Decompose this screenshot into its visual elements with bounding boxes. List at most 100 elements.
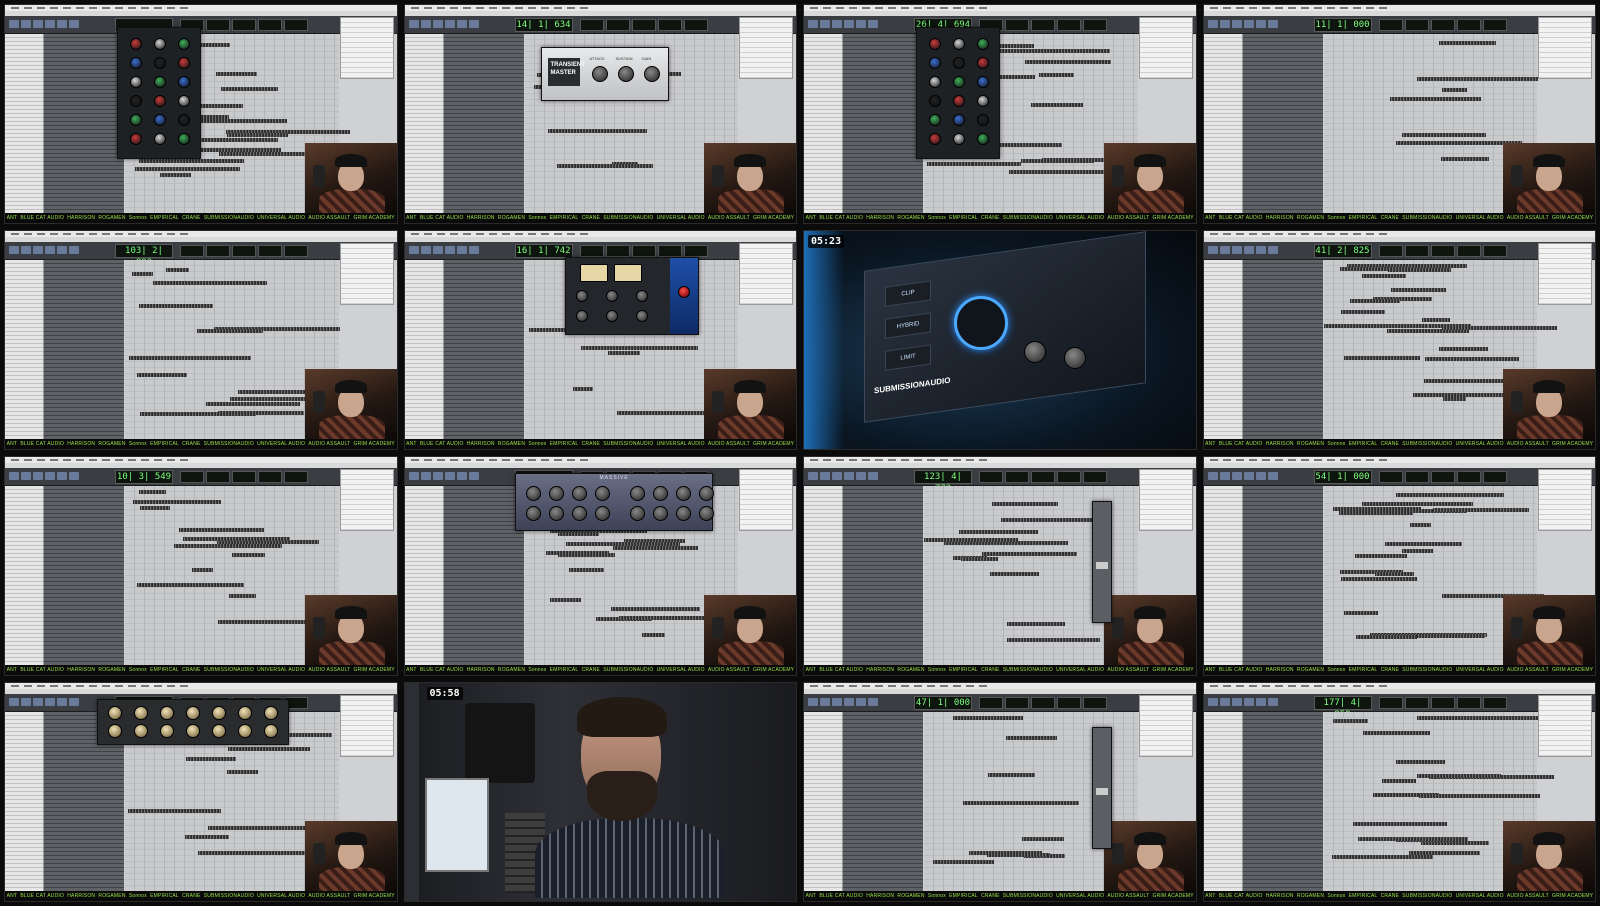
toolbar-button[interactable] [1231, 20, 1242, 28]
menu-item[interactable] [901, 7, 909, 9]
audio-clip[interactable] [219, 152, 305, 156]
menu-item[interactable] [488, 7, 497, 9]
audio-clip[interactable] [1442, 397, 1466, 401]
menu-item[interactable] [927, 459, 935, 461]
toolbar-button[interactable] [1207, 20, 1218, 28]
menu-item[interactable] [180, 233, 188, 235]
menu-item[interactable] [475, 7, 484, 9]
toolbar-button[interactable] [1255, 472, 1266, 480]
menu-item[interactable] [1365, 685, 1374, 687]
track-headers[interactable] [843, 712, 923, 891]
audio-clip[interactable] [185, 835, 229, 839]
menu-item[interactable] [410, 459, 419, 461]
menu-item[interactable] [102, 459, 110, 461]
menu-item[interactable] [128, 233, 136, 235]
menu-item[interactable] [141, 459, 149, 461]
knob-control[interactable] [160, 706, 174, 720]
toolbar-button[interactable] [868, 20, 878, 28]
audio-clip[interactable] [1441, 326, 1557, 330]
knob-control[interactable] [929, 57, 941, 69]
toolbar-button[interactable] [408, 246, 419, 254]
menu-item[interactable] [979, 459, 987, 461]
menu-item[interactable] [76, 233, 84, 235]
menu-item[interactable] [89, 459, 97, 461]
audio-clip[interactable] [1343, 356, 1420, 360]
menu-item[interactable] [1222, 7, 1231, 9]
menu-item[interactable] [875, 685, 883, 687]
track-headers[interactable] [1242, 260, 1323, 439]
menu-item[interactable] [1274, 7, 1283, 9]
audio-clip[interactable] [1441, 88, 1467, 92]
menu-item[interactable] [1326, 7, 1335, 9]
knob-control[interactable] [130, 57, 142, 69]
menu-item[interactable] [1365, 459, 1374, 461]
audio-clip[interactable] [183, 537, 290, 541]
menu-item[interactable] [89, 233, 97, 235]
menu-item[interactable] [927, 7, 935, 9]
knob-control[interactable] [212, 706, 226, 720]
menu-item[interactable] [102, 685, 110, 687]
menu-item[interactable] [862, 459, 870, 461]
audio-clip[interactable] [1440, 157, 1489, 161]
toolbar-button[interactable] [1207, 698, 1218, 706]
audio-clip[interactable] [174, 544, 282, 548]
menu-item[interactable] [167, 459, 175, 461]
audio-clip[interactable] [1006, 736, 1057, 740]
audio-clip[interactable] [218, 411, 304, 415]
mode-button[interactable]: HYBRID [885, 312, 931, 339]
channel-strip-plugin[interactable] [117, 27, 201, 159]
audio-clip[interactable] [1395, 760, 1445, 764]
menu-item[interactable] [914, 7, 922, 9]
knob-control[interactable] [953, 114, 965, 126]
menu-item[interactable] [1248, 459, 1257, 461]
toolbar-button[interactable] [844, 472, 854, 480]
toolbar-button[interactable] [69, 472, 79, 480]
audio-clip[interactable] [927, 162, 979, 166]
knob-control[interactable] [212, 724, 226, 738]
track-headers[interactable] [44, 34, 124, 213]
knob-control[interactable] [953, 57, 965, 69]
audio-clip[interactable] [610, 607, 700, 611]
toolbar-button[interactable] [832, 20, 842, 28]
knob-control[interactable] [134, 706, 148, 720]
menu-item[interactable] [1313, 233, 1322, 235]
clip-list[interactable] [739, 243, 793, 305]
audio-clip[interactable] [206, 402, 300, 406]
menu-item[interactable] [115, 459, 123, 461]
menu-item[interactable] [1326, 459, 1335, 461]
menu-item[interactable] [514, 233, 523, 235]
toolbar-button[interactable] [444, 472, 455, 480]
menu-item[interactable] [89, 685, 97, 687]
audio-clip[interactable] [990, 572, 1039, 576]
toolbar-button[interactable] [820, 472, 830, 480]
main-knob[interactable] [954, 296, 1008, 350]
toolbar-button[interactable] [1255, 698, 1266, 706]
audio-clip[interactable] [227, 133, 288, 137]
audio-clip[interactable] [1384, 542, 1462, 546]
toolbar-button[interactable] [57, 698, 67, 706]
menu-item[interactable] [1339, 233, 1348, 235]
menu-item[interactable] [1235, 685, 1244, 687]
audio-clip[interactable] [933, 860, 994, 864]
menu-item[interactable] [180, 7, 188, 9]
toolbar-button[interactable] [468, 20, 479, 28]
audio-clip[interactable] [988, 773, 1035, 777]
tracks-list[interactable] [5, 260, 44, 439]
menu-item[interactable] [540, 459, 549, 461]
knob-control[interactable] [629, 486, 645, 501]
menu-item[interactable] [940, 685, 948, 687]
menu-item[interactable] [566, 7, 575, 9]
audio-clip[interactable] [140, 506, 170, 510]
knob-control[interactable] [178, 95, 190, 107]
knob-control[interactable] [652, 506, 668, 521]
menu-item[interactable] [579, 7, 588, 9]
clip-list[interactable] [1538, 243, 1592, 305]
audio-clip[interactable] [1416, 77, 1538, 81]
knob-gain[interactable] [643, 66, 660, 82]
menu-item[interactable] [927, 685, 935, 687]
menu-item[interactable] [1352, 685, 1361, 687]
knob-control[interactable] [178, 76, 190, 88]
knob-control[interactable] [929, 95, 941, 107]
menu-item[interactable] [488, 459, 497, 461]
menu-item[interactable] [501, 7, 510, 9]
